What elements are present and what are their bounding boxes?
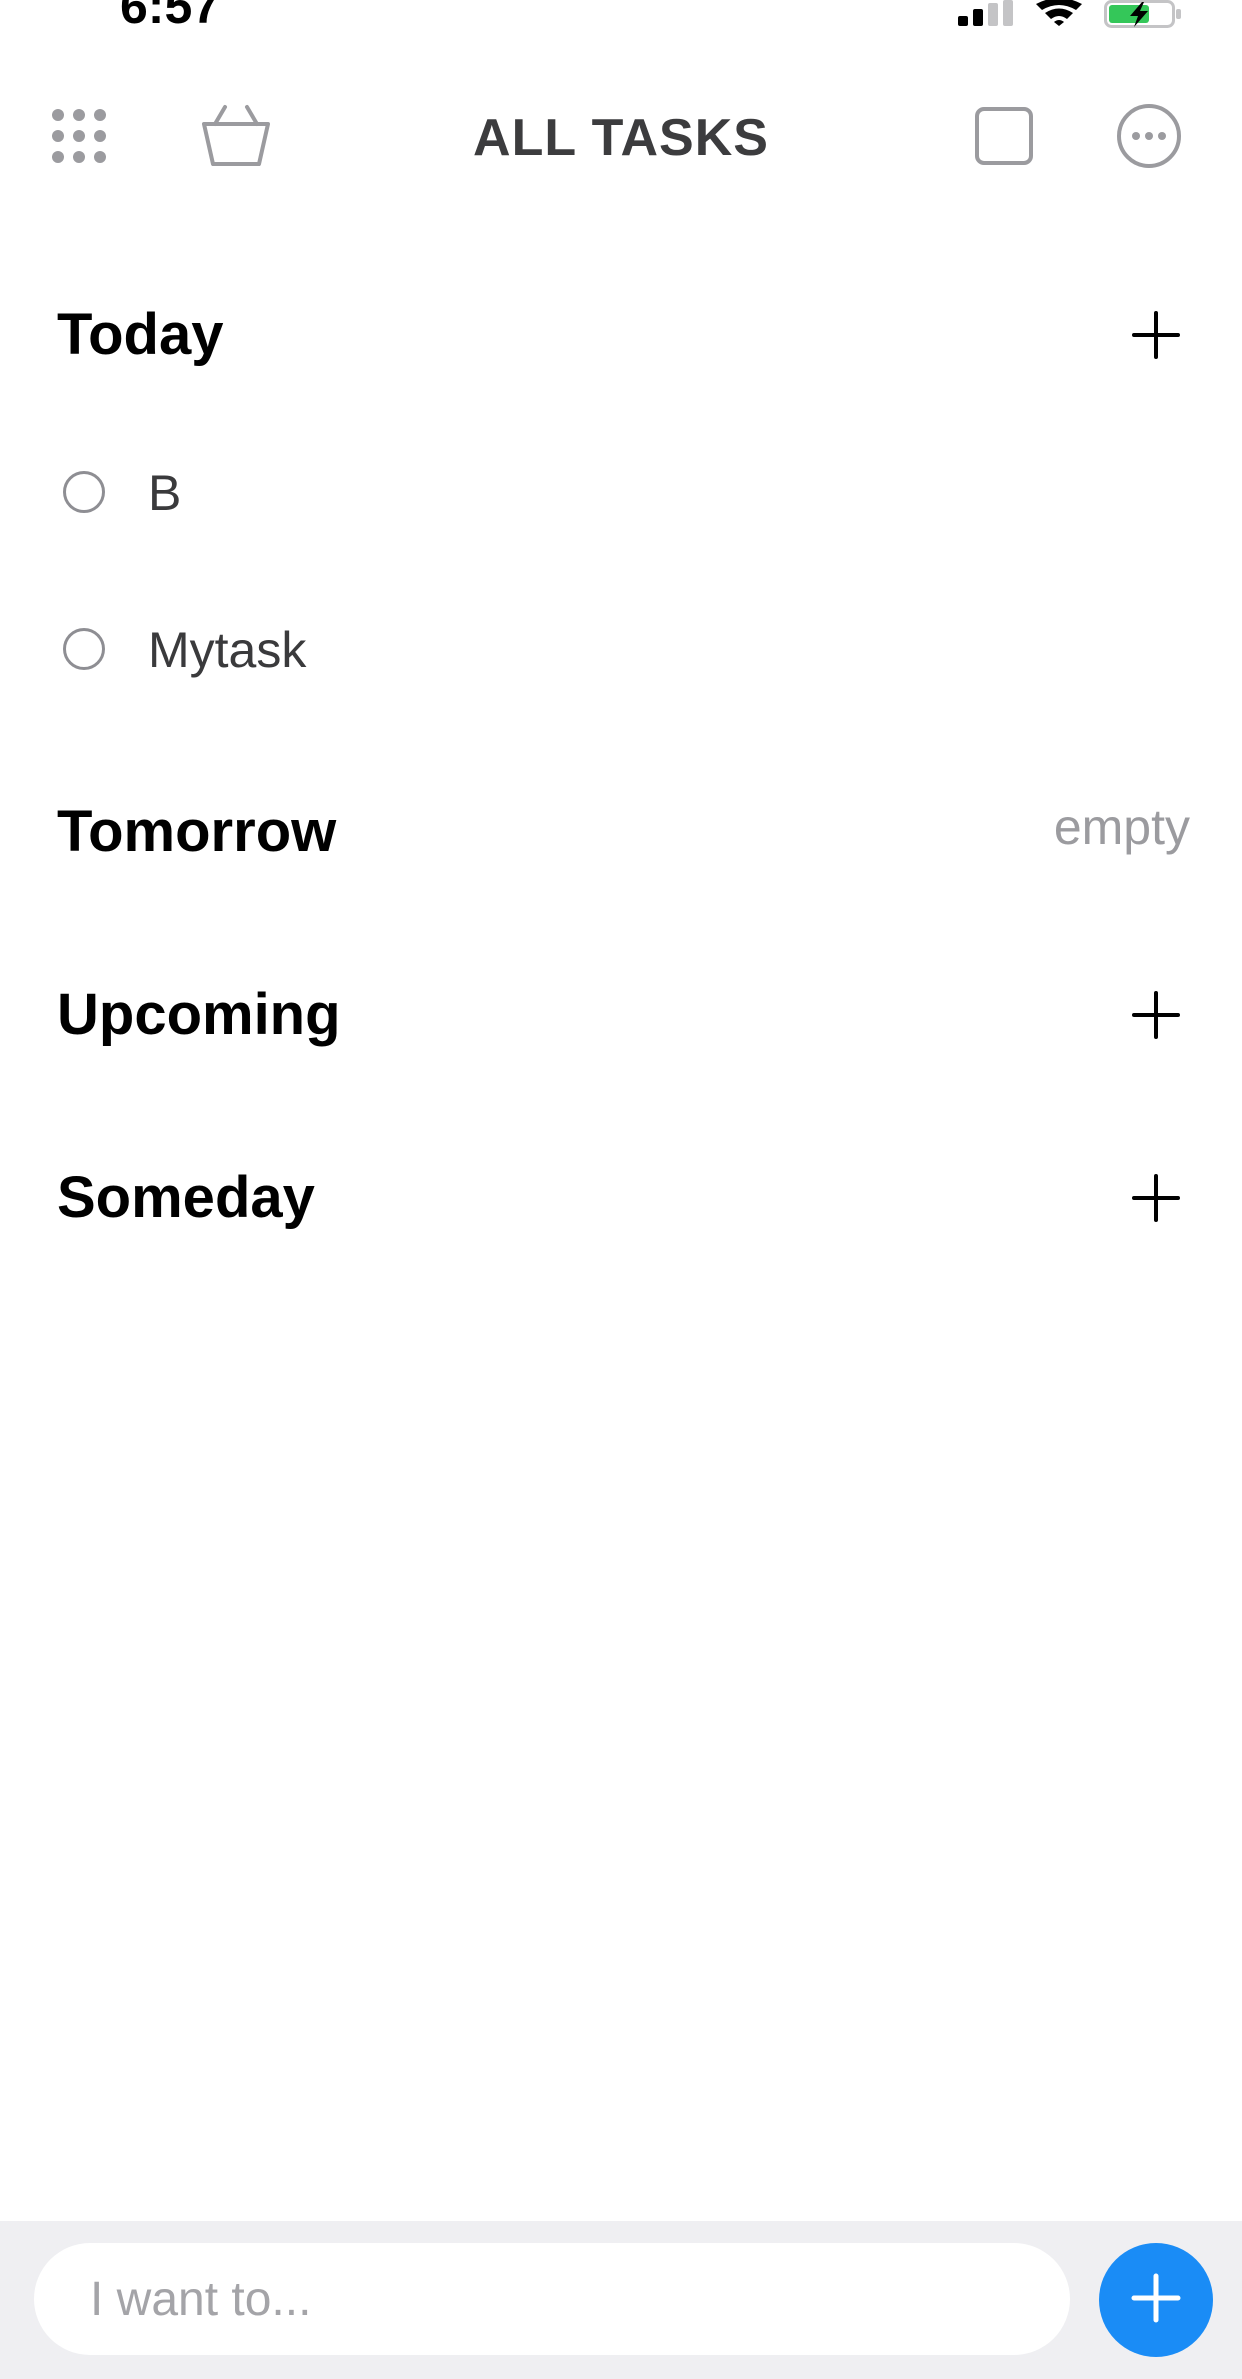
- status-bar: 6:57: [0, 0, 1242, 40]
- toolbar: ALL TASKS: [0, 90, 1242, 186]
- add-today-button[interactable]: [1126, 305, 1186, 365]
- section-title: Someday: [57, 1165, 315, 1230]
- quick-add-button[interactable]: [1099, 2243, 1213, 2357]
- section-today: Today: [0, 285, 1242, 385]
- section-empty-label: empty: [1053, 799, 1190, 855]
- section-someday: Someday: [0, 1148, 1242, 1248]
- section-title: Upcoming: [57, 982, 341, 1047]
- more-button[interactable]: [1101, 90, 1197, 186]
- quick-add-bar: [0, 2221, 1242, 2379]
- square-button[interactable]: [956, 90, 1052, 186]
- square-icon: [974, 106, 1034, 171]
- task-item[interactable]: B: [0, 443, 1242, 543]
- status-time: 6:57: [120, 0, 221, 34]
- section-tomorrow: Tomorrow empty: [0, 782, 1242, 882]
- wifi-icon: [1036, 0, 1082, 26]
- add-icon: [1126, 991, 1186, 1049]
- add-icon: [1126, 1174, 1186, 1232]
- cellular-signal-icon: [958, 0, 1014, 26]
- quick-add-input[interactable]: [34, 2243, 1070, 2355]
- plus-icon: [1128, 2270, 1184, 2331]
- section-upcoming: Upcoming: [0, 965, 1242, 1065]
- add-icon: [1126, 311, 1186, 369]
- status-icons: [958, 0, 1182, 30]
- battery-charging-icon: [1104, 0, 1182, 28]
- section-title: Tomorrow: [57, 799, 337, 864]
- add-someday-button[interactable]: [1126, 1168, 1186, 1228]
- task-checkbox[interactable]: [63, 471, 105, 513]
- section-title: Today: [57, 302, 224, 367]
- page-title: ALL TASKS: [473, 109, 769, 167]
- task-item[interactable]: Mytask: [0, 600, 1242, 700]
- task-checkbox[interactable]: [63, 628, 105, 670]
- more-icon: [1116, 103, 1182, 174]
- task-label[interactable]: B: [148, 443, 181, 543]
- add-upcoming-button[interactable]: [1126, 985, 1186, 1045]
- task-label[interactable]: Mytask: [148, 600, 306, 700]
